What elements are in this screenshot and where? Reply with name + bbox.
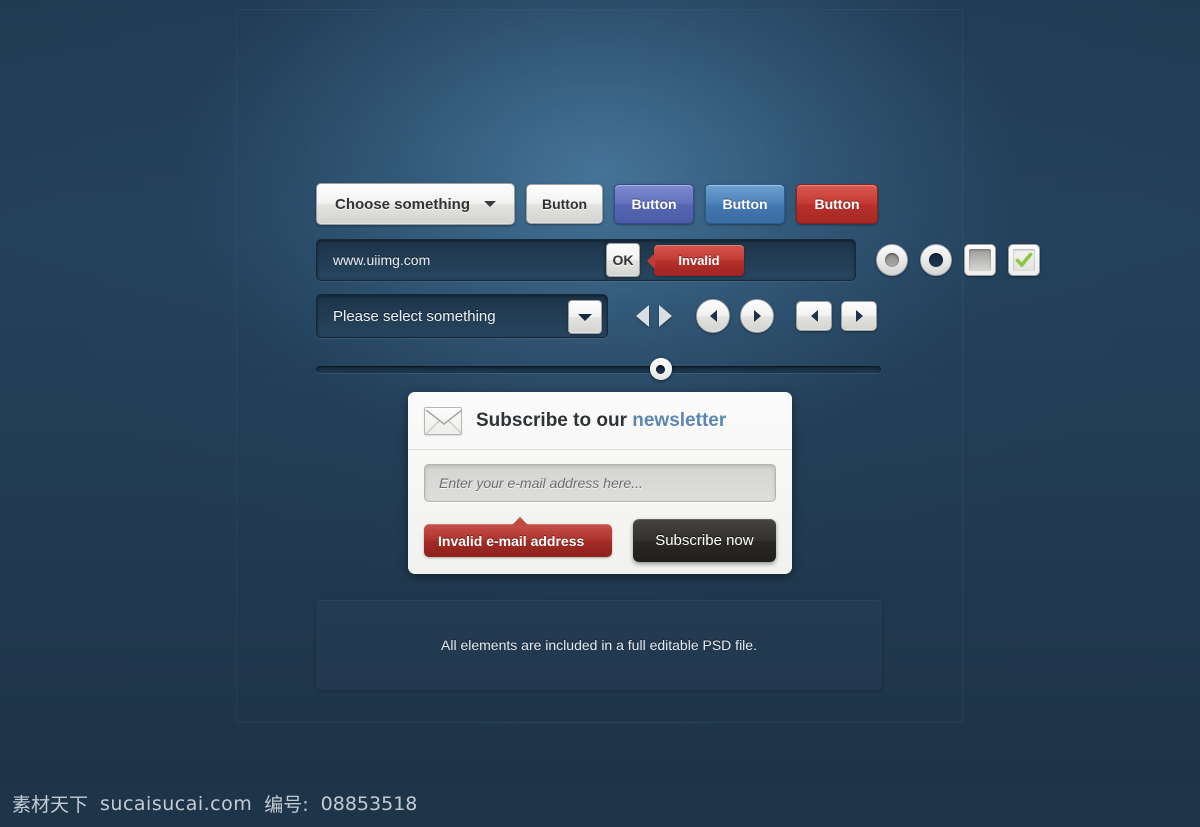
- choose-something-dropdown[interactable]: Choose something: [316, 183, 515, 225]
- select-row: Please select something: [316, 294, 877, 338]
- checkbox-inner: [969, 249, 991, 271]
- radio-selected[interactable]: [920, 244, 952, 276]
- radio-dot-icon: [929, 253, 943, 267]
- psd-note-text: All elements are included in a full edit…: [441, 637, 757, 653]
- choose-something-label: Choose something: [335, 195, 471, 213]
- checkbox-unchecked[interactable]: [964, 244, 996, 276]
- dropdown-toggle-button[interactable]: [568, 300, 602, 334]
- button-purple[interactable]: Button: [614, 184, 694, 224]
- newsletter-panel: Subscribe to our newsletter Enter your e…: [408, 392, 792, 574]
- envelope-icon: [424, 406, 462, 435]
- radio-dot-icon: [885, 253, 899, 267]
- checkbox-inner: [1013, 249, 1035, 271]
- watermark-id-label: 编号:: [264, 794, 309, 816]
- toggle-group: [876, 244, 1040, 276]
- button-row: Choose something Button Button Button Bu…: [316, 183, 878, 225]
- ok-button-label: OK: [612, 252, 634, 268]
- rect-arrow-left-icon[interactable]: [796, 301, 832, 331]
- triangle-left-icon[interactable]: [636, 305, 649, 327]
- arrow-right-glyph: [753, 310, 761, 322]
- input-row: www.uiimg.com OK Invalid: [316, 238, 1040, 282]
- circle-arrow-right-icon[interactable]: [740, 299, 774, 333]
- newsletter-title: Subscribe to our newsletter: [476, 410, 726, 432]
- range-slider[interactable]: [316, 358, 881, 380]
- checkmark-icon: [1015, 252, 1033, 267]
- arrow-left-glyph: [810, 310, 818, 322]
- checkbox-checked[interactable]: [1008, 244, 1040, 276]
- subscribe-now-button[interactable]: Subscribe now: [632, 519, 776, 562]
- button-plain[interactable]: Button: [526, 184, 603, 224]
- psd-note-panel: All elements are included in a full edit…: [316, 600, 882, 690]
- email-field-placeholder: Enter your e-mail address here...: [439, 475, 643, 491]
- watermark-brand: 素材天下: [12, 794, 89, 816]
- chevron-down-icon: [484, 201, 496, 207]
- watermark-bar: 素材天下 sucaisucai.com 编号: 08853518: [0, 780, 1200, 827]
- button-red[interactable]: Button: [796, 184, 878, 224]
- arrow-left-glyph: [709, 310, 717, 322]
- button-purple-label: Button: [631, 196, 677, 212]
- slider-track[interactable]: [316, 366, 881, 373]
- circle-arrow-left-icon[interactable]: [696, 299, 730, 333]
- url-input-value: www.uiimg.com: [333, 252, 431, 268]
- please-select-dropdown[interactable]: Please select something: [316, 294, 608, 338]
- slider-knob[interactable]: [649, 358, 672, 380]
- rect-arrow-right-icon[interactable]: [841, 301, 877, 331]
- radio-unselected[interactable]: [876, 244, 908, 276]
- chevron-down-icon: [578, 313, 592, 321]
- button-red-label: Button: [814, 196, 860, 212]
- ui-kit-stage: Choose something Button Button Button Bu…: [0, 0, 1200, 780]
- button-plain-label: Button: [541, 196, 588, 212]
- newsletter-title-prefix: Subscribe to our: [476, 409, 633, 431]
- newsletter-footer: Invalid e-mail address Subscribe now: [424, 517, 776, 562]
- newsletter-title-accent: newsletter: [632, 409, 727, 431]
- email-field[interactable]: Enter your e-mail address here...: [424, 464, 776, 502]
- invalid-email-badge: Invalid e-mail address: [424, 517, 612, 557]
- button-blue[interactable]: Button: [705, 184, 785, 224]
- watermark-site: sucaisucai.com: [100, 792, 253, 815]
- input-action-strip: OK Invalid: [606, 239, 856, 281]
- newsletter-header: Subscribe to our newsletter: [408, 392, 792, 450]
- rect-arrow-group: [796, 301, 877, 331]
- please-select-value: Please select something: [333, 307, 496, 325]
- arrow-right-glyph: [855, 310, 863, 322]
- subscribe-now-label: Subscribe now: [655, 532, 754, 549]
- circle-arrow-group: [696, 299, 774, 333]
- invalid-email-badge-label: Invalid e-mail address: [438, 532, 585, 549]
- triangle-right-icon[interactable]: [659, 305, 672, 327]
- flat-arrow-group: [636, 305, 672, 327]
- ok-button[interactable]: OK: [606, 243, 640, 277]
- watermark-id-value: 08853518: [320, 792, 418, 815]
- invalid-badge: Invalid: [654, 245, 744, 276]
- button-blue-label: Button: [722, 196, 768, 212]
- invalid-badge-label: Invalid: [678, 253, 720, 268]
- url-input[interactable]: www.uiimg.com: [316, 239, 606, 281]
